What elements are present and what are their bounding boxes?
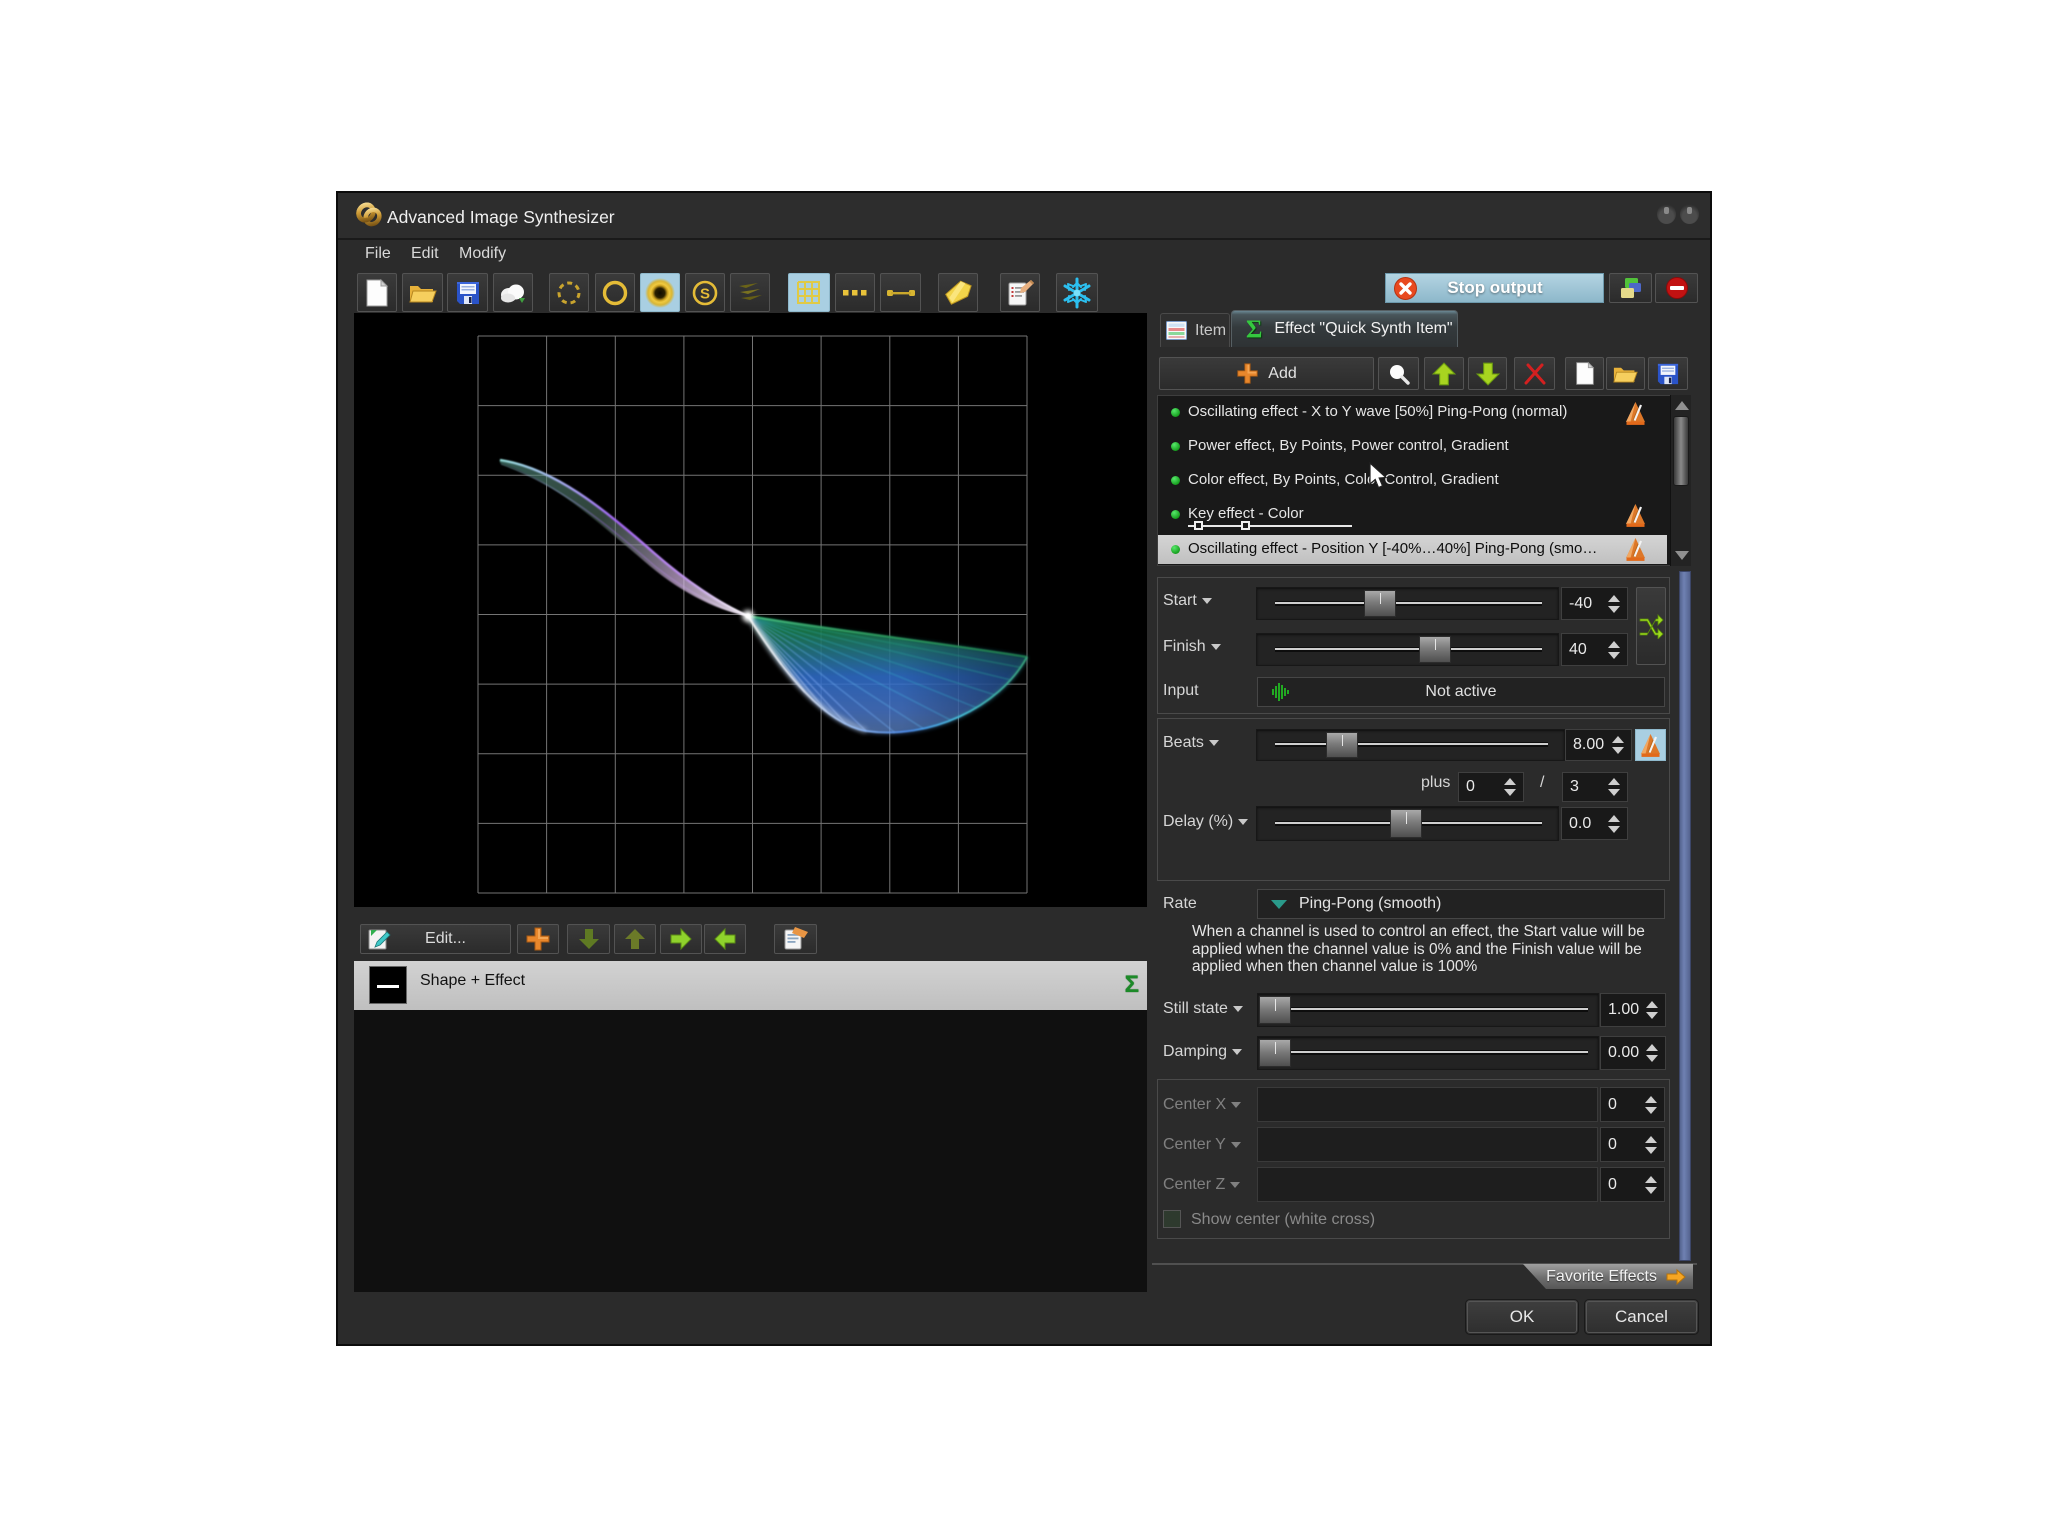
svg-text:S: S <box>700 285 710 302</box>
